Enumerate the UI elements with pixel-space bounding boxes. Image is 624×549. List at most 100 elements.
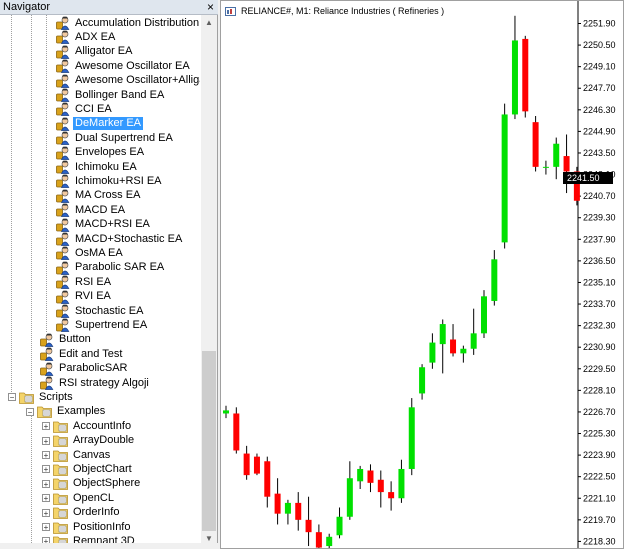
expert-item[interactable]: DeMarker EA <box>56 116 145 132</box>
expert-item[interactable]: Alligator EA <box>56 45 134 59</box>
expand-icon[interactable]: + <box>42 451 50 460</box>
bull-candle <box>419 364 426 400</box>
expert-item[interactable]: RVI EA <box>56 290 113 304</box>
bull-candle <box>511 15 518 120</box>
collapse-icon[interactable]: − <box>8 393 16 402</box>
expert-advisor-icon <box>56 189 70 203</box>
collapse-icon[interactable]: − <box>26 407 34 416</box>
bull-candle <box>346 461 353 520</box>
expert-item[interactable]: Edit and Test <box>40 347 124 362</box>
scroll-up-arrow-icon[interactable]: ▲ <box>201 15 217 31</box>
scrollbar-thumb[interactable] <box>202 351 216 531</box>
expert-advisor-icon <box>56 16 70 30</box>
candle-body <box>243 453 250 476</box>
bear-candle <box>532 115 539 172</box>
price-tick-label: 2246.30 <box>583 105 616 115</box>
script-folder-item[interactable]: + Canvas <box>42 448 112 462</box>
script-folder-icon <box>37 406 52 419</box>
bear-candle <box>264 456 271 508</box>
price-tick-label: 2235.10 <box>583 277 616 287</box>
expert-advisor-icon <box>56 117 70 131</box>
candle-body <box>419 367 426 394</box>
script-folder-icon <box>53 450 68 462</box>
expert-item[interactable]: Bollinger Band EA <box>56 88 166 102</box>
expert-item[interactable]: Parabolic SAR EA <box>56 261 166 275</box>
expert-item[interactable]: MACD+Stochastic EA <box>56 232 184 246</box>
expand-icon[interactable]: + <box>42 422 50 431</box>
expert-item[interactable]: Dual Supertrend EA <box>56 131 175 146</box>
expert-item[interactable]: Awesome Oscillator EA <box>56 59 192 74</box>
expert-item[interactable]: Ichimoku+RSI EA <box>56 174 164 189</box>
bull-candle <box>336 507 343 539</box>
expert-advisor-icon <box>56 45 70 59</box>
expert-advisor-icon <box>56 175 70 189</box>
expert-item[interactable]: RSI strategy Algoji <box>40 376 151 390</box>
expand-icon[interactable]: + <box>42 523 50 532</box>
expert-item[interactable]: Envelopes EA <box>56 146 146 160</box>
expert-item[interactable]: OsMA EA <box>56 246 125 261</box>
expert-item[interactable]: CCI EA <box>56 102 114 117</box>
tree-item-label: CCI EA <box>75 102 112 115</box>
expand-icon[interactable]: + <box>42 436 50 445</box>
current-price-badge: 2241.50 <box>563 172 613 184</box>
expand-icon[interactable]: + <box>42 479 50 488</box>
expert-item[interactable]: Awesome Oscillator+Alligator EA <box>56 74 200 88</box>
tree-item-label: MACD EA <box>75 203 126 216</box>
examples-folder[interactable]: − Examples <box>26 405 107 419</box>
price-tick-label: 2251.90 <box>583 19 616 29</box>
expert-item[interactable]: Ichimoku EA <box>56 160 139 174</box>
expert-item[interactable]: Accumulation Distribution EA <box>56 16 200 30</box>
bull-candle <box>470 308 477 355</box>
tree-item-label: Ichimoku EA <box>75 160 137 173</box>
script-folder-item[interactable]: + ObjectSphere <box>42 477 142 491</box>
script-folder-item[interactable]: + ArrayDouble <box>42 434 136 448</box>
expand-icon[interactable]: + <box>42 508 50 517</box>
bear-candle <box>450 324 457 357</box>
expert-item[interactable]: Supertrend EA <box>56 318 149 333</box>
navigator-scrollbar[interactable]: ▲ ▼ <box>201 15 217 549</box>
tree-item-label: Examples <box>57 405 106 418</box>
candle-body <box>388 492 395 499</box>
script-folder-icon <box>53 493 68 505</box>
scripts-folder[interactable]: − Scripts <box>8 390 75 404</box>
expert-item[interactable]: ParabolicSAR <box>40 362 129 376</box>
candle-body <box>481 296 487 334</box>
expand-icon[interactable]: + <box>42 465 50 474</box>
chart-window[interactable]: 2251.90 2250.50 2249.10 2247.70 2246.30 2244.… <box>220 0 624 549</box>
navigator-tree: Accumulation Distribution EAADX EA Alliga… <box>0 15 200 549</box>
expert-advisor-icon <box>56 304 70 318</box>
script-folder-item[interactable]: + OrderInfo <box>42 506 121 520</box>
script-folder-item[interactable]: + ObjectChart <box>42 462 134 476</box>
script-folder-item[interactable]: + OpenCL <box>42 491 116 505</box>
expert-item[interactable]: MA Cross EA <box>56 189 142 203</box>
price-tick-label: 2236.50 <box>583 256 616 266</box>
price-tick-label: 2229.50 <box>583 364 616 374</box>
expert-item[interactable]: ADX EA <box>56 30 117 45</box>
expert-item[interactable]: Stochastic EA <box>56 304 145 318</box>
script-folder-item[interactable]: + PositionInfo <box>42 520 132 534</box>
price-tick-label: 2232.30 <box>583 321 616 331</box>
expert-advisor-icon <box>56 160 70 174</box>
expert-item[interactable]: MACD EA <box>56 203 127 218</box>
bear-candle <box>315 524 322 548</box>
bull-candle <box>460 345 467 363</box>
expert-item[interactable]: RSI EA <box>56 275 113 290</box>
expert-advisor-icon <box>56 247 70 261</box>
expand-icon[interactable]: + <box>42 494 50 503</box>
close-icon[interactable]: × <box>207 0 214 14</box>
candle-body <box>377 479 384 493</box>
script-folder-item[interactable]: + AccountInfo <box>42 419 133 433</box>
candle-body <box>491 259 498 301</box>
tree-item-label: ADX EA <box>75 30 116 43</box>
tree-guide-line <box>31 414 32 549</box>
expert-item[interactable]: Button <box>40 333 93 347</box>
tree-item-label: OpenCL <box>73 491 114 504</box>
tree-item-label: Awesome Oscillator+Alligator EA <box>75 74 200 87</box>
candle-body <box>470 333 477 349</box>
candlestick-chart[interactable]: 2251.90 2250.50 2249.10 2247.70 2246.30 2244.… <box>221 1 623 548</box>
candle-body <box>357 468 364 482</box>
tree-guide-line <box>31 15 32 391</box>
bull-candle <box>481 290 487 338</box>
bear-candle <box>233 407 240 454</box>
expert-item[interactable]: MACD+RSI EA <box>56 218 152 232</box>
